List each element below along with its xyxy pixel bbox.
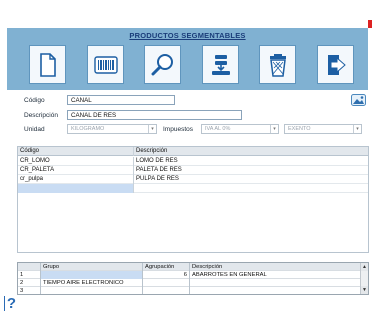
chevron-down-icon[interactable]: ▾ [148,125,156,133]
search-icon [151,53,173,75]
recycle-bin-icon [269,53,286,77]
new-row-codigo-cell[interactable] [18,184,133,193]
exit-icon [327,54,346,75]
scroll-down-icon[interactable]: ▼ [361,286,368,294]
row-descripcion: PULPA DE RES [136,176,179,182]
row-number-header [18,263,40,271]
column-header-codigo[interactable]: Código [18,147,133,156]
chevron-down-icon[interactable]: ▾ [353,125,361,133]
impuestos-select[interactable]: IVA AL 0% ▾ [201,124,279,134]
unidad-label: Unidad [24,126,45,133]
row-descripcion [190,279,355,287]
codigo-field[interactable]: CANAL [67,95,175,105]
row-agrupacion: 6 [183,272,187,278]
row-agrupacion [143,279,189,287]
row-number: 1 [20,272,24,278]
row-codigo: cr_pulpa [20,176,44,182]
groups-table: Grupo Agrupación Descripción 1 6 ABARROT… [17,262,369,295]
row-descripcion: PALETA DE RES [136,167,182,173]
new-row[interactable] [18,184,368,193]
productos-segmentables-window: PRODUCTOS SEGMENTABLES Código CANAL Desc… [0,0,372,312]
image-button[interactable] [351,93,366,106]
exit-button[interactable] [317,45,354,84]
scroll-up-icon[interactable]: ▲ [361,263,368,271]
column-header-grupo[interactable]: Grupo [41,263,142,271]
unidad-value: KILOGRAMO [71,126,105,132]
column-divider [189,287,190,294]
table-row[interactable]: cr_pulpa PULPA DE RES [18,175,368,184]
column-header-descripcion[interactable]: Descripción [134,147,364,156]
exento-select[interactable]: EXENTO ▾ [284,124,362,134]
column-divider [142,287,143,294]
barcode-icon [93,55,118,74]
chevron-down-icon[interactable]: ▾ [270,125,278,133]
row-codigo: CR_LOMO [20,158,50,164]
codigo-label: Código [24,97,45,104]
save-button[interactable] [202,45,239,84]
vertical-scrollbar[interactable]: ▲ ▼ [360,263,368,294]
column-header-descripcion[interactable]: Descripción [190,263,355,271]
table-row[interactable]: 2 TIEMPO AIRE ELECTRONICO [18,279,360,287]
exento-value: EXENTO [288,126,311,132]
column-divider [133,184,134,193]
barcode-button[interactable] [87,45,124,84]
picture-icon [351,94,366,106]
page-title: PRODUCTOS SEGMENTABLES [129,31,246,40]
unidad-select[interactable]: KILOGRAMO ▾ [67,124,157,134]
descripcion-field[interactable]: CANAL DE RES [67,110,242,120]
row-grupo: TIEMPO AIRE ELECTRONICO [43,280,124,286]
descripcion-label: Descripción [24,112,58,119]
search-button[interactable] [144,45,181,84]
row-descripcion: ABARROTES EN GENERAL [192,272,267,278]
new-document-icon [39,52,56,77]
help-icon[interactable]: ? [4,296,18,311]
window-edge-marker [368,20,372,28]
delete-button[interactable] [259,45,296,84]
row-grupo[interactable] [41,271,142,279]
table-row[interactable]: CR_PALETA PALETA DE RES [18,166,368,175]
header-panel: PRODUCTOS SEGMENTABLES [7,28,368,90]
table-row[interactable]: 1 6 ABARROTES EN GENERAL [18,271,360,279]
row-number: 2 [20,280,24,286]
row-number: 3 [20,288,24,294]
new-button[interactable] [29,45,66,84]
row-codigo: CR_PALETA [20,167,55,173]
impuestos-value: IVA AL 0% [205,126,231,132]
row-descripcion: LOMO DE RES [136,158,178,164]
row-grupo [41,287,142,294]
table-header: Código Descripción [18,147,368,156]
column-header-agrupacion[interactable]: Agrupación [143,263,189,271]
save-stack-icon [211,54,230,75]
table-header: Grupo Agrupación Descripción [18,263,360,271]
table-row[interactable]: CR_LOMO LOMO DE RES [18,157,368,166]
table-row[interactable]: 3 [18,287,360,294]
impuestos-label: Impuestos [163,126,193,133]
segments-table: Código Descripción CR_LOMO LOMO DE RES C… [17,146,369,253]
